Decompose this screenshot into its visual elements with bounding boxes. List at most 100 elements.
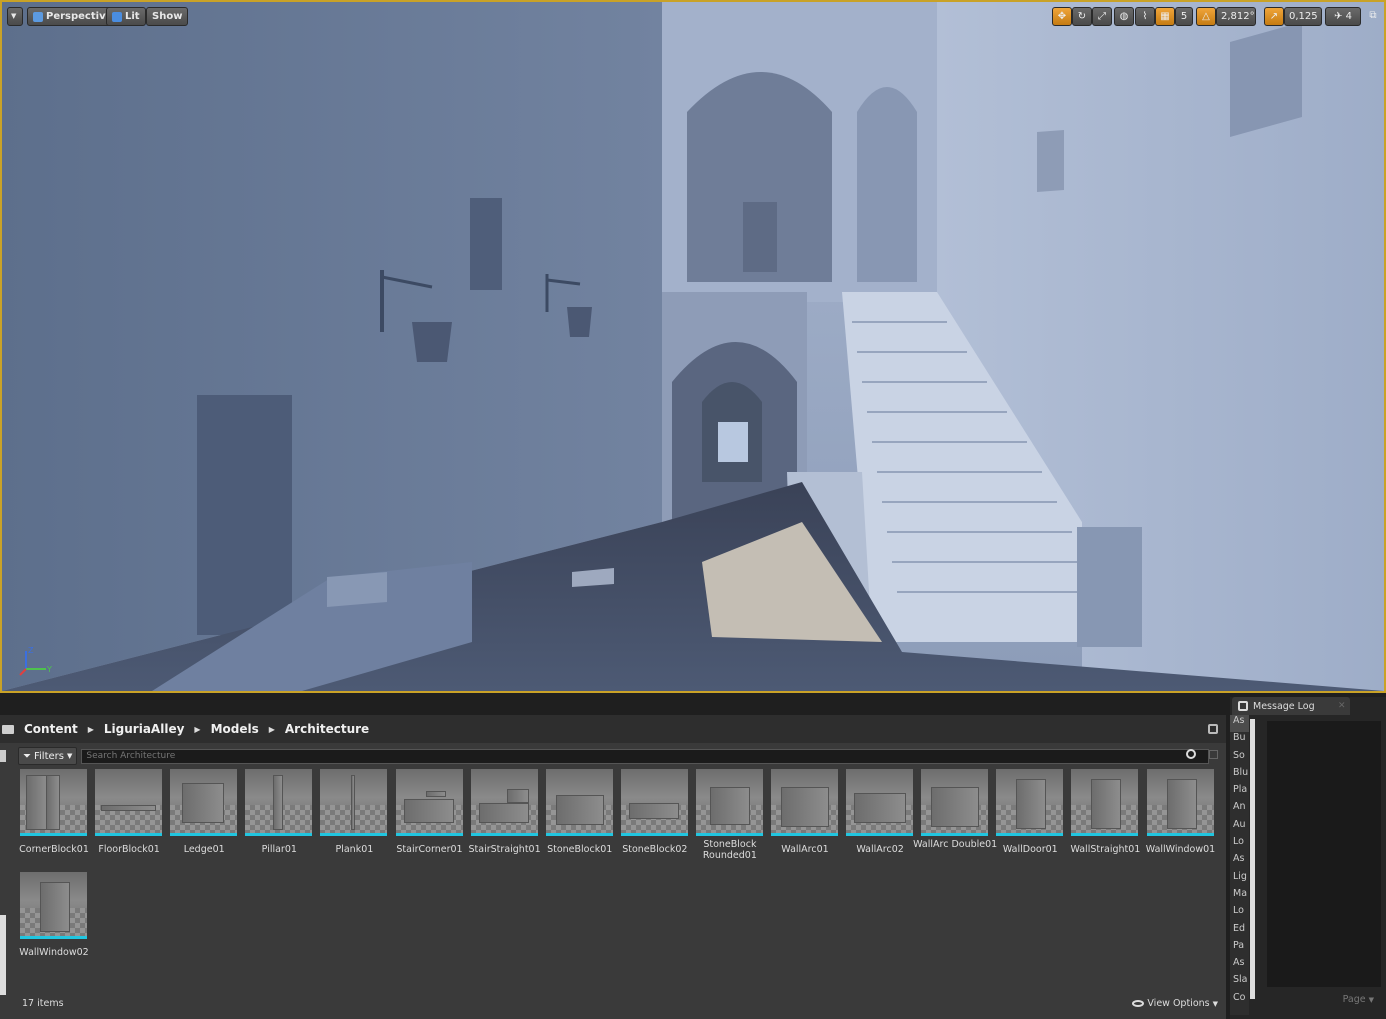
chevron-down-icon: ▼ [1368,996,1374,1004]
maximize-viewport-icon[interactable]: ⧉ [1366,7,1380,26]
surface-snap-icon[interactable]: ⌇ [1135,7,1155,26]
log-category-item[interactable]: Lo [1230,836,1249,853]
asset-label: WallWindow01 [1145,844,1216,855]
asset-tile[interactable]: FloorBlock01 [95,769,163,855]
asset-thumbnail[interactable] [320,769,388,836]
log-category-item[interactable]: Lig [1230,871,1249,888]
scale-snap-icon[interactable]: ↗ [1264,7,1284,26]
asset-tile[interactable]: WallDoor01 [996,769,1064,855]
asset-tile[interactable]: StoneBlock01 [545,769,613,855]
rotation-snap-icon[interactable]: △ [1196,7,1216,26]
sources-toggle-icon[interactable] [0,750,6,762]
asset-tile[interactable]: Plank01 [320,769,388,855]
eye-icon [1132,1000,1145,1007]
crumb-liguriaalley[interactable]: LiguriaAlley [98,722,191,736]
scale-tool-icon[interactable]: ⤢ [1092,7,1112,26]
tab-message-log[interactable]: Message Log [1232,697,1350,715]
collapse-strip[interactable] [0,915,6,995]
crumb-arrow-icon[interactable]: ▶ [84,725,98,734]
asset-tile[interactable]: WallWindow01 [1146,769,1215,855]
log-category-item[interactable]: As [1230,715,1249,733]
crumb-content[interactable]: Content [18,722,84,736]
asset-thumbnail[interactable] [1071,769,1139,836]
lit-button[interactable]: Lit [106,7,146,26]
rotate-tool-icon[interactable]: ↻ [1072,7,1092,26]
asset-tile[interactable]: StoneBlock02 [620,769,688,855]
log-category-item[interactable]: Ed [1230,923,1249,940]
asset-thumbnail[interactable] [921,769,989,836]
log-category-item[interactable]: Bu [1230,732,1249,749]
world-local-icon[interactable]: ◍ [1114,7,1134,26]
camera-speed-icon: ✈ [1334,11,1343,22]
asset-tile[interactable]: Ledge01 [170,769,238,855]
asset-thumbnail[interactable] [846,769,914,836]
asset-tile[interactable]: WallStraight01 [1070,769,1140,855]
log-messages-area [1267,721,1381,987]
log-category-item[interactable]: Blu [1230,767,1249,784]
asset-thumbnail[interactable] [245,769,313,836]
asset-thumbnail[interactable] [620,769,688,836]
scale-snap-value[interactable]: 0,125 [1284,7,1322,26]
asset-thumbnail[interactable] [695,769,763,836]
log-category-item[interactable]: As [1230,957,1249,974]
view-options-button[interactable]: View Options ▼ [1132,998,1218,1009]
grid-snap-value[interactable]: 5 [1175,7,1193,26]
crumb-arrow-icon[interactable]: ▶ [190,725,204,734]
crumb-arrow-icon[interactable]: ▶ [265,725,279,734]
log-category-item[interactable]: Pla [1230,784,1249,801]
asset-thumbnail[interactable] [20,872,87,939]
filters-label: Filters [34,750,64,762]
log-category-item[interactable]: Ma [1230,888,1249,905]
show-button[interactable]: Show [146,7,189,26]
mesh-preview [40,882,70,932]
log-category-item[interactable]: Pa [1230,940,1249,957]
asset-tile[interactable]: WallArc02 [846,769,914,855]
asset-tile[interactable]: StairCorner01 [395,769,463,855]
asset-thumbnail[interactable] [1146,769,1214,836]
viewport-options-button[interactable]: ▼ [7,7,23,26]
log-category-item[interactable]: An [1230,801,1249,818]
scene-render[interactable] [2,2,1384,691]
page-button[interactable]: Page ▼ [1343,994,1374,1005]
log-category-item[interactable]: Au [1230,819,1249,836]
asset-tile[interactable]: StoneBlock Rounded01 [695,769,763,861]
asset-tile[interactable]: WallArc Double01 [913,769,997,850]
grid-snap-icon[interactable]: ▦ [1155,7,1175,26]
asset-grid: CornerBlock01 FloorBlock01 Ledge01 Pillar01… [19,769,1220,979]
message-log-icon [1238,701,1248,711]
translate-tool-icon[interactable]: ✥ [1052,7,1072,26]
search-icon[interactable] [1186,749,1196,759]
filters-button[interactable]: ⏷ Filters ▼ [18,747,78,765]
asset-tile[interactable]: Pillar01 [245,769,313,855]
lock-icon[interactable] [1208,724,1218,734]
level-viewport[interactable]: ▼ Perspective Lit Show ✥ ↻ ⤢ ◍ ⌇ ▦ 5 △ 2… [0,0,1386,693]
rotation-snap-value[interactable]: 2,812° [1216,7,1256,26]
asset-tile[interactable]: CornerBlock01 [19,769,89,855]
asset-thumbnail[interactable] [771,769,838,836]
save-search-icon[interactable] [1209,750,1218,759]
perspective-button[interactable]: Perspective [27,7,119,26]
asset-thumbnail[interactable] [170,769,238,836]
log-category-item[interactable]: Lo [1230,905,1249,922]
asset-thumbnail[interactable] [20,769,87,836]
close-icon[interactable]: ✕ [1338,702,1346,711]
search-input[interactable] [81,748,1210,764]
crumb-models[interactable]: Models [205,722,265,736]
asset-tile[interactable]: WallArc01 [771,769,838,855]
asset-thumbnail[interactable] [395,769,463,836]
log-category-item[interactable]: Sla [1230,974,1249,991]
log-category-item[interactable]: Co [1230,992,1249,1009]
asset-tile[interactable]: WallWindow02 [19,872,89,958]
log-scrollbar[interactable] [1250,719,1255,999]
asset-thumbnail[interactable] [996,769,1064,836]
folder-icon[interactable] [2,724,14,734]
asset-thumbnail[interactable] [545,769,613,836]
log-category-item[interactable]: So [1230,750,1249,767]
asset-tile[interactable]: StairStraight01 [469,769,541,855]
asset-thumbnail[interactable] [95,769,163,836]
camera-speed-value: 4 [1345,11,1352,22]
crumb-architecture[interactable]: Architecture [279,722,375,736]
camera-speed-button[interactable]: ✈ 4 [1325,7,1361,26]
asset-thumbnail[interactable] [470,769,538,836]
log-category-item[interactable]: As [1230,853,1249,870]
